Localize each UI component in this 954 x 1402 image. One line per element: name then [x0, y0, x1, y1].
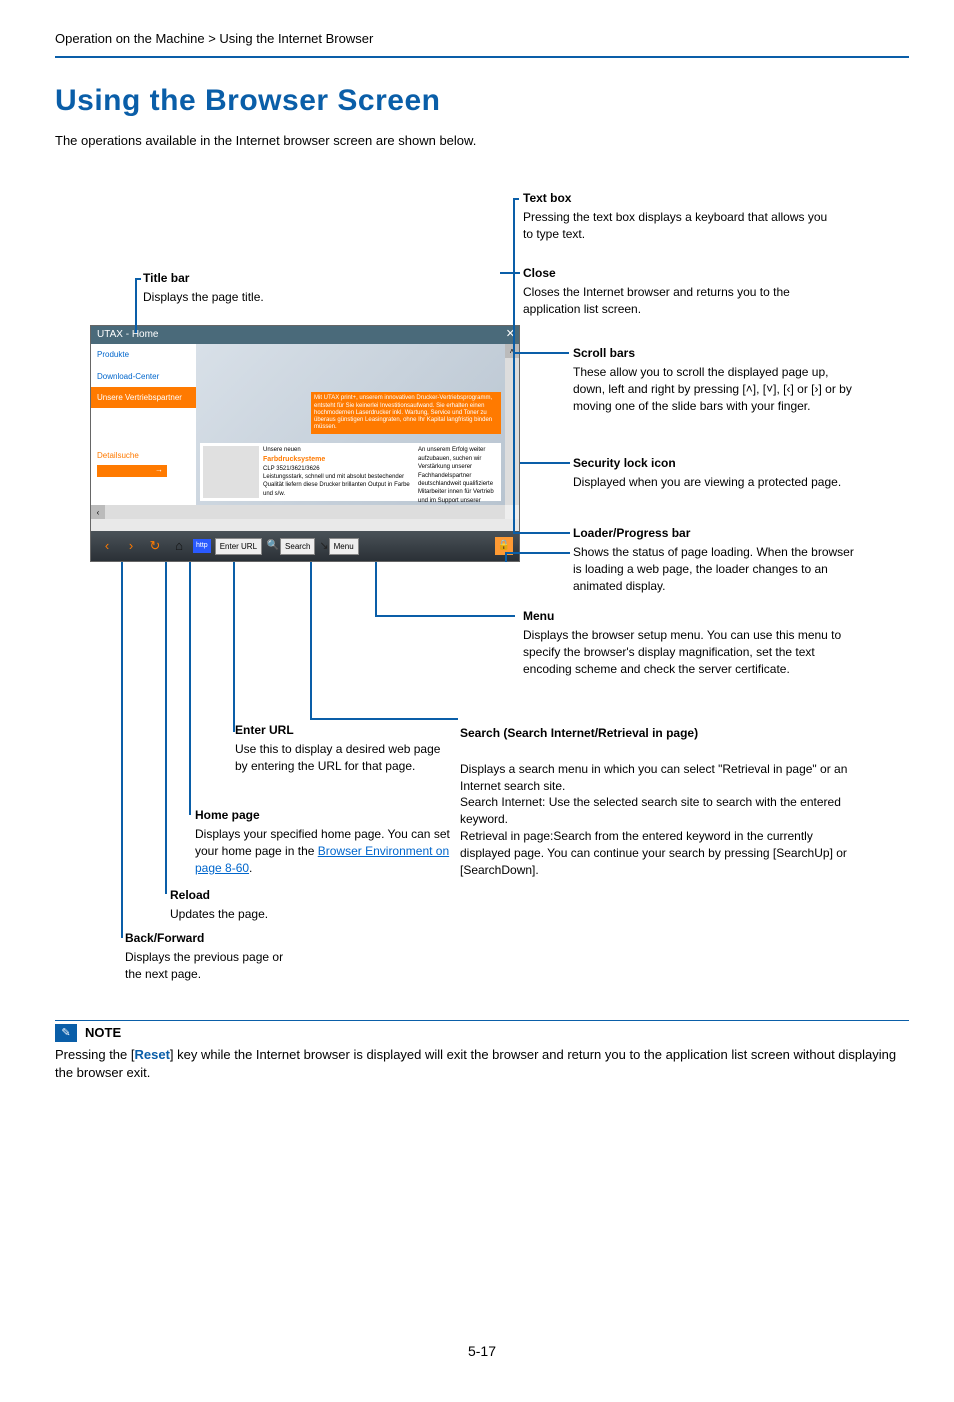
reload-button[interactable]: ↻ [145, 536, 165, 556]
vertical-scrollbar[interactable]: ˄ ˅ [505, 344, 519, 519]
scroll-up-icon[interactable]: ˄ [505, 344, 519, 358]
prod-body: Leistungsstark, schnell und mit absolut … [263, 474, 410, 497]
callout-menu: Menu Displays the browser setup menu. Yo… [523, 608, 843, 677]
page-number: 5-17 [55, 1342, 909, 1362]
callout-homepage: Home page Displays your specified home p… [195, 807, 455, 876]
note-section: ✎ NOTE Pressing the [Reset] key while th… [55, 1020, 909, 1082]
prod-h1: Unsere neuen [263, 447, 301, 453]
home-button[interactable]: ⌂ [169, 536, 189, 556]
callout-loader: Loader/Progress bar Shows the status of … [573, 525, 863, 594]
shot-title-text: UTAX - Home [97, 329, 159, 340]
callout-backfwd: Back/Forward Displays the previous page … [125, 930, 285, 982]
scroll-corner [505, 505, 519, 519]
prod-h2: Farbdrucksysteme [263, 455, 414, 465]
menu-icon: ↘ [319, 539, 328, 554]
nav-detailsuche[interactable]: Detailsuche [91, 448, 196, 463]
nav-partner[interactable]: Unsere Vertriebspartner [91, 387, 196, 408]
browser-toolbar: ‹ › ↻ ⌂ http Enter URL 🔍 Search ↘ Menu 🔒 [91, 531, 519, 561]
reset-key: Reset [135, 1047, 170, 1062]
breadcrumb: Operation on the Machine > Using the Int… [55, 30, 909, 48]
nav-download[interactable]: Download-Center [91, 366, 196, 387]
note-icon: ✎ [55, 1024, 77, 1042]
callout-close: Close Closes the Internet browser and re… [523, 265, 833, 317]
page-heading: Using the Browser Screen [55, 80, 909, 122]
note-body: Pressing the [Reset] key while the Inter… [55, 1046, 909, 1082]
menu-label: Menu [329, 538, 359, 555]
back-button[interactable]: ‹ [97, 536, 117, 556]
menu-button[interactable]: ↘ Menu [319, 538, 358, 555]
shot-title-bar: UTAX - Home ✕ [91, 326, 519, 344]
prod-r1: An unserem Erfolg weiter aufzubauen, suc… [418, 447, 494, 512]
shot-main: Mit UTAX print+, unserem innovativen Dru… [196, 344, 505, 505]
header-rule [55, 56, 909, 58]
shot-body: Produkte Download-Center Unsere Vertrieb… [91, 344, 519, 519]
callout-scrollbars: Scroll bars These allow you to scroll th… [573, 345, 863, 414]
search-button[interactable]: 🔍 Search [266, 538, 315, 555]
search-label: Search [280, 538, 315, 555]
enter-url-button[interactable]: Enter URL [215, 538, 262, 555]
intro-text: The operations available in the Internet… [55, 132, 909, 150]
diagram: UTAX - Home ✕ Produkte Download-Center U… [65, 180, 885, 990]
forward-button[interactable]: › [121, 536, 141, 556]
callout-textbox: Text box Pressing the text box displays … [523, 190, 833, 242]
shot-sidebar: Produkte Download-Center Unsere Vertrieb… [91, 344, 196, 505]
search-icon: 🔍 [266, 539, 280, 553]
prod-h3: CLP 3521/3621/3626 [263, 466, 320, 472]
callout-enterurl: Enter URL Use this to display a desired … [235, 722, 450, 774]
callout-reload: Reload Updates the page. [170, 887, 390, 923]
url-badge-icon: http [193, 539, 211, 553]
scroll-left-icon[interactable]: ‹ [91, 505, 105, 519]
callout-titlebar: Title bar Displays the page title. [143, 270, 353, 306]
callout-search: Search (Search Internet/Retrieval in pag… [460, 708, 850, 878]
callout-lock: Security lock icon Displayed when you ar… [573, 455, 863, 491]
browser-screenshot: UTAX - Home ✕ Produkte Download-Center U… [90, 325, 520, 562]
shot-banner: Mit UTAX print+, unserem innovativen Dru… [311, 392, 501, 434]
shot-product: Unsere neuen Farbdrucksysteme CLP 3521/3… [200, 443, 501, 501]
horizontal-scrollbar[interactable]: ‹ › [91, 505, 519, 519]
nav-detailsuche-arrow[interactable] [97, 465, 167, 477]
product-image [203, 446, 259, 498]
nav-produkte[interactable]: Produkte [91, 344, 196, 365]
note-title: NOTE [85, 1024, 121, 1042]
